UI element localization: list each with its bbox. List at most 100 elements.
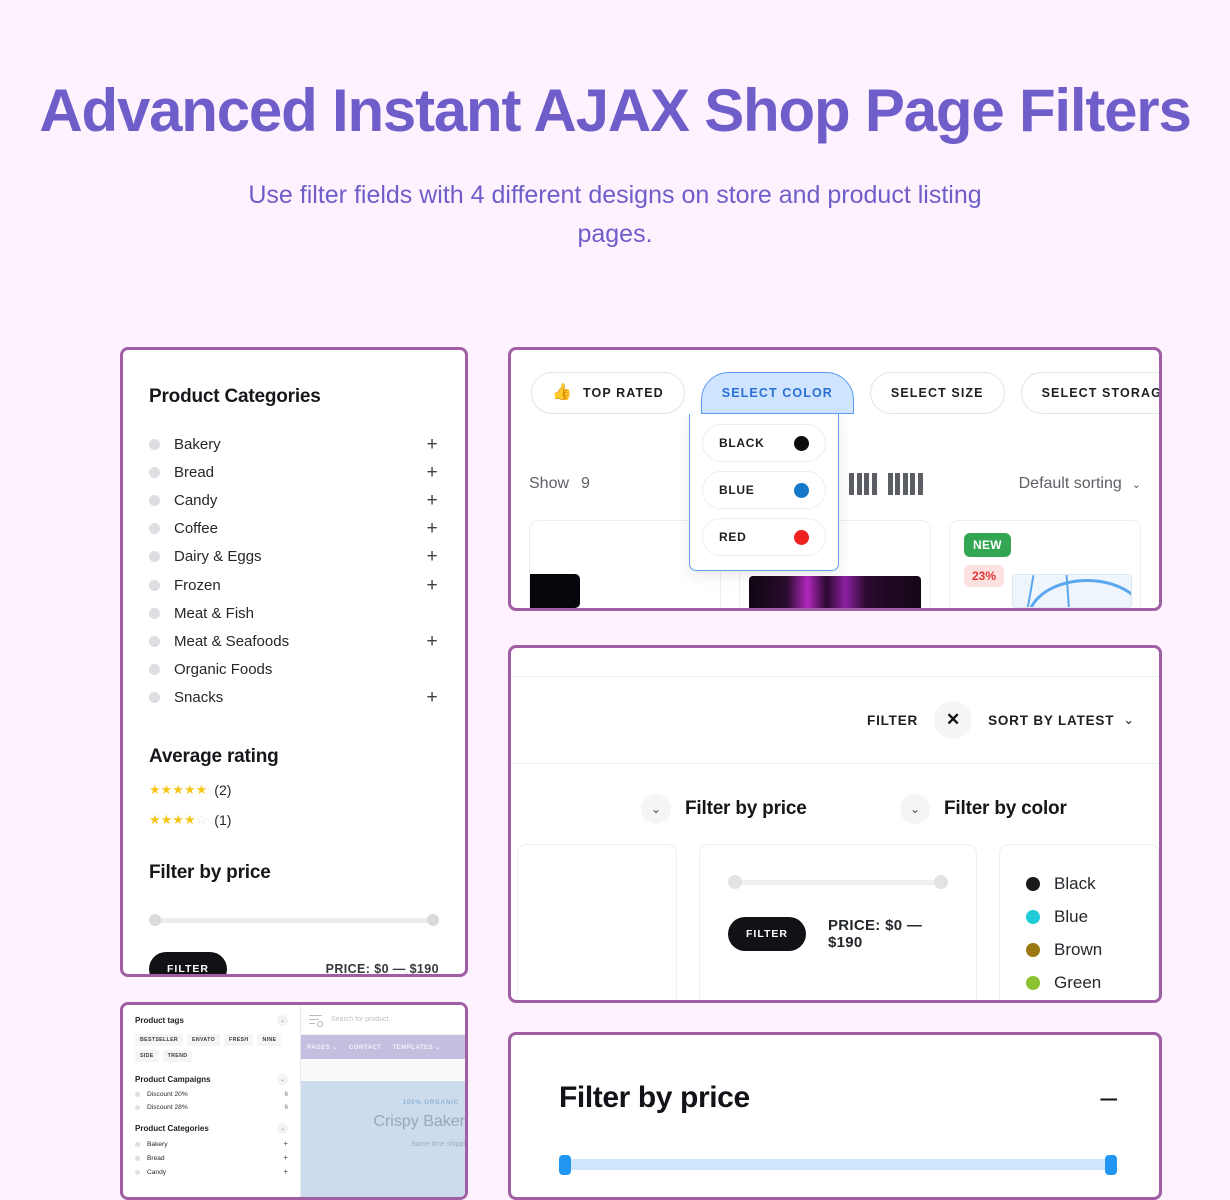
list-item[interactable]: Blue xyxy=(1026,900,1158,933)
rating-count: (2) xyxy=(214,781,232,798)
category-label: Bakery xyxy=(174,435,221,453)
chevron-down-icon[interactable]: ⌄ xyxy=(641,794,671,824)
expand-plus-icon[interactable]: + xyxy=(425,632,439,651)
list-item[interactable]: Bread + xyxy=(149,458,439,486)
mini-search-bar[interactable]: Search for product... xyxy=(301,1005,465,1035)
category-label: Coffee xyxy=(174,520,218,538)
pill-select-storage[interactable]: SELECT STORAGE xyxy=(1020,372,1159,414)
mini-categories-header[interactable]: Product Categories ⌄ xyxy=(135,1123,288,1134)
list-item[interactable]: Bakery + xyxy=(149,430,439,458)
list-item[interactable]: Meat & Seafoods + xyxy=(149,627,439,655)
dropdown-option-black[interactable]: BLACK xyxy=(702,424,826,462)
slider-handle-min[interactable] xyxy=(559,1155,571,1175)
list-item[interactable]: Candy + xyxy=(149,486,439,514)
list-item[interactable]: Meat & Fish xyxy=(149,599,439,627)
expand-plus-icon[interactable]: + xyxy=(425,547,439,566)
filter-button[interactable]: FILTER xyxy=(728,917,806,951)
price-range-slider[interactable] xyxy=(559,1155,1117,1175)
hero-eyebrow: 100% ORGANIC xyxy=(402,1099,459,1106)
product-card[interactable]: NEW 23% xyxy=(949,520,1141,608)
price-range-slider[interactable] xyxy=(149,913,439,926)
nav-item-pages[interactable]: PAGES ⌄ xyxy=(307,1044,338,1051)
chevron-down-icon[interactable]: ⌄ xyxy=(277,1074,288,1085)
nav-item-templates[interactable]: TEMPLATES ⌄ xyxy=(393,1044,441,1051)
tag-chip[interactable]: SIDE xyxy=(135,1050,159,1062)
price-range-label: PRICE: $0 — $190 xyxy=(325,961,439,976)
expand-plus-icon[interactable]: + xyxy=(425,491,439,510)
grid-4-col-icon[interactable] xyxy=(849,473,877,495)
tag-chip[interactable]: ENVATO xyxy=(187,1034,221,1046)
expand-plus-icon[interactable]: + xyxy=(425,576,439,595)
list-item[interactable]: Discount 28% 6 xyxy=(135,1104,288,1111)
mini-tags-header[interactable]: Product tags ⌄ xyxy=(135,1015,288,1026)
close-icon[interactable]: ✕ xyxy=(934,701,973,739)
pill-select-size[interactable]: SELECT SIZE xyxy=(869,372,1005,414)
expand-plus-icon[interactable]: + xyxy=(425,435,439,454)
list-item[interactable]: Dairy & Eggs + xyxy=(149,543,439,571)
color-filter-box: Black Blue Brown Green xyxy=(999,844,1159,1000)
list-item[interactable]: Snacks + xyxy=(149,684,439,712)
expand-plus-icon[interactable]: + xyxy=(283,1140,288,1148)
slider-handle-min[interactable] xyxy=(728,875,742,889)
empty-filter-box xyxy=(517,844,677,1000)
list-item[interactable]: Bakery + xyxy=(135,1140,288,1148)
list-item[interactable]: Discount 20% 6 xyxy=(135,1091,288,1098)
category-label: Bread xyxy=(174,463,215,481)
expand-plus-icon[interactable]: + xyxy=(425,688,439,707)
nav-item-contact[interactable]: CONTACT xyxy=(349,1044,382,1051)
price-filter-actions: FILTER PRICE: $0 — $190 xyxy=(149,951,439,976)
list-item[interactable]: Black xyxy=(1026,867,1158,900)
pill-select-color[interactable]: SELECT COLOR xyxy=(700,372,854,414)
mini-preview-panel: Product tags ⌄ BESTSELLER ENVATO FRESH N… xyxy=(120,1002,468,1200)
tag-chip[interactable]: TREND xyxy=(162,1050,193,1062)
slider-handle-max[interactable] xyxy=(1105,1155,1117,1175)
price-panel-header[interactable]: Filter by price – xyxy=(559,1081,1117,1115)
dropdown-option-red[interactable]: RED xyxy=(702,518,826,556)
chevron-down-icon[interactable]: ⌄ xyxy=(277,1123,288,1134)
tag-chip[interactable]: NINE xyxy=(257,1034,282,1046)
chevron-down-icon: ⌄ xyxy=(1131,478,1141,491)
slider-handle-max[interactable] xyxy=(427,913,439,926)
filter-button[interactable]: FILTER xyxy=(149,951,227,974)
expand-plus-icon[interactable]: + xyxy=(425,519,439,538)
price-range-slider[interactable] xyxy=(728,875,948,889)
expand-plus-icon[interactable]: + xyxy=(283,1154,288,1162)
slider-handle-min[interactable] xyxy=(149,913,161,926)
list-item[interactable]: Organic Foods xyxy=(149,656,439,684)
pill-top-rated[interactable]: 👍 TOP RATED xyxy=(531,372,685,414)
accordion-filter-by-color[interactable]: ⌄ Filter by color xyxy=(900,794,1159,824)
color-swatch-icon xyxy=(794,482,809,498)
list-item[interactable]: Frozen + xyxy=(149,571,439,599)
bullet-icon xyxy=(149,494,160,506)
list-item[interactable]: Green xyxy=(1026,966,1158,999)
search-input[interactable]: Search for product... xyxy=(331,1016,394,1023)
rating-filter-row[interactable]: ★★★★☆ (1) xyxy=(149,812,439,828)
chevron-down-icon[interactable]: ⌄ xyxy=(900,794,930,824)
filter-toggle-label[interactable]: FILTER xyxy=(867,713,918,728)
dropdown-option-blue[interactable]: BLUE xyxy=(702,471,826,509)
collapse-minus-icon[interactable]: – xyxy=(1100,1083,1117,1113)
expand-plus-icon[interactable]: + xyxy=(425,463,439,482)
bullet-icon xyxy=(135,1155,140,1161)
category-label: Meat & Seafoods xyxy=(174,632,290,650)
mini-campaigns-header[interactable]: Product Campaigns ⌄ xyxy=(135,1074,288,1085)
sorting-select[interactable]: Default sorting ⌄ xyxy=(1019,475,1141,493)
grid-5-col-icon[interactable] xyxy=(887,473,923,495)
chevron-down-icon[interactable]: ⌄ xyxy=(277,1015,288,1026)
category-list: Bakery + Bread + Candy + Coffee + Dairy … xyxy=(149,430,439,712)
rating-filter-row[interactable]: ★★★★★ (2) xyxy=(149,782,439,798)
list-item[interactable]: Bread + xyxy=(135,1154,288,1162)
pill-label: SELECT COLOR xyxy=(721,386,833,400)
search-filter-icon xyxy=(309,1014,323,1027)
list-item[interactable]: Candy + xyxy=(135,1168,288,1176)
list-item[interactable]: Coffee + xyxy=(149,515,439,543)
category-label: Organic Foods xyxy=(174,661,273,679)
tag-chip[interactable]: FRESH xyxy=(224,1034,254,1046)
accordion-filter-by-price[interactable]: ⌄ Filter by price xyxy=(641,794,900,824)
expand-plus-icon[interactable]: + xyxy=(283,1168,288,1176)
slider-handle-max[interactable] xyxy=(934,875,948,889)
show-value[interactable]: 9 xyxy=(581,475,590,493)
tag-chip[interactable]: BESTSELLER xyxy=(135,1034,184,1046)
sort-by-latest-select[interactable]: SORT BY LATEST ⌄ xyxy=(988,712,1135,728)
list-item[interactable]: Brown xyxy=(1026,933,1158,966)
